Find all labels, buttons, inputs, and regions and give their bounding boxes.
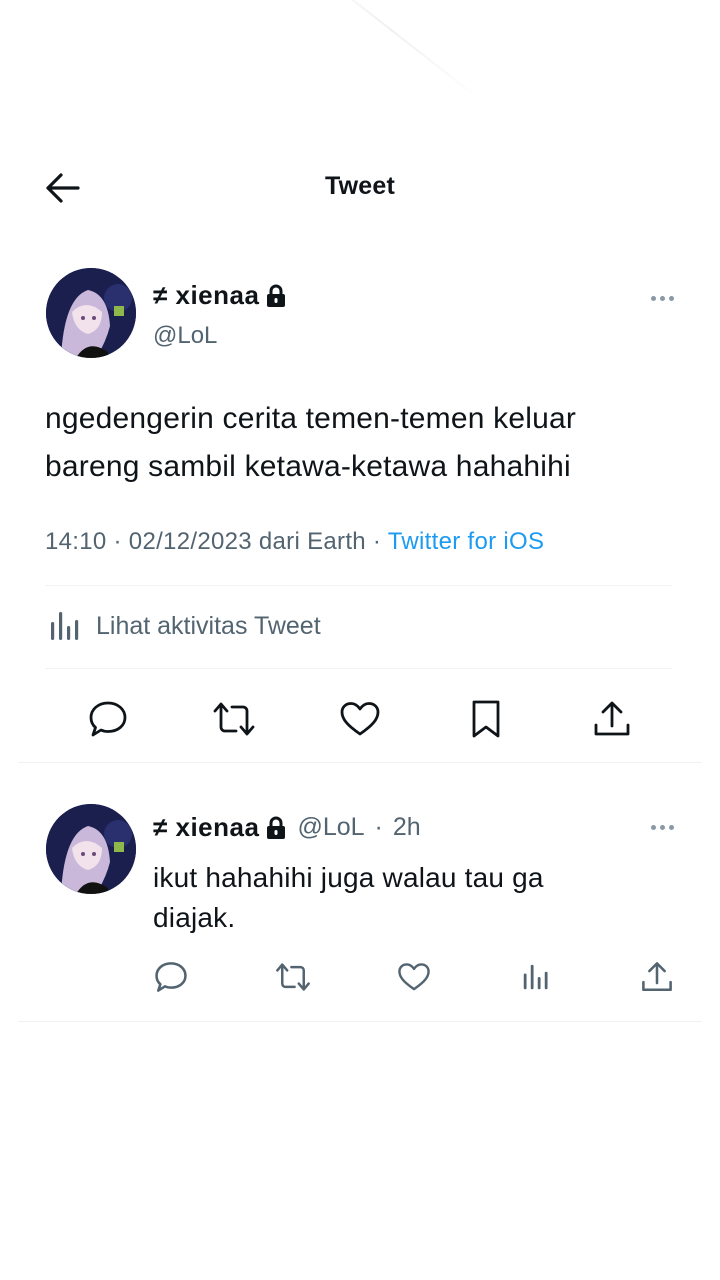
tweet-text: ngedengerin cerita temen-temen keluar ba… (45, 395, 685, 491)
reply-button[interactable] (65, 692, 151, 746)
reply-text-line: ikut hahahihi juga walau tau ga (153, 862, 544, 893)
view-tweet-activity-button[interactable]: Lihat aktivitas Tweet (48, 610, 321, 642)
heart-icon (398, 963, 430, 991)
divider (18, 1021, 702, 1022)
meta-separator: · (113, 528, 122, 555)
retweet-icon (275, 963, 310, 991)
author-handle[interactable]: @LoL (153, 322, 217, 350)
heart-icon (340, 702, 380, 736)
more-dot (659, 824, 665, 830)
reply-retweet-button[interactable] (260, 952, 326, 1002)
meta-separator: · (374, 813, 383, 841)
avatar[interactable] (46, 268, 136, 358)
reply-text-line: diajak. (153, 902, 236, 933)
reply-analytics-button[interactable] (503, 952, 569, 1002)
share-icon (642, 962, 672, 992)
lock-icon (267, 816, 286, 839)
reply-more-options-button[interactable] (640, 815, 684, 839)
more-dot (668, 295, 674, 301)
tweet-date: 02/12/2023 (128, 528, 252, 555)
retweet-icon (213, 702, 255, 736)
reply-action-bar (138, 952, 690, 1002)
display-name-text: ≠ xienaa (153, 280, 260, 310)
tweet-time: 14:10 (45, 528, 107, 555)
comment-icon (89, 701, 127, 737)
tweet-metadata: 14:10 · 02/12/2023 dari Earth · Twitter … (45, 528, 544, 556)
tweet-action-bar (65, 692, 655, 746)
reply-share-button[interactable] (624, 952, 690, 1002)
activity-label: Lihat aktivitas Tweet (96, 611, 321, 640)
share-button[interactable] (569, 692, 655, 746)
meta-separator: · (372, 528, 382, 555)
reply-like-button[interactable] (381, 952, 447, 1002)
more-options-button[interactable] (640, 286, 684, 310)
divider (18, 762, 702, 763)
comment-icon (155, 962, 187, 992)
divider (45, 668, 672, 669)
tweet-source-link[interactable]: Twitter for iOS (388, 528, 545, 555)
tweet-location: dari Earth (258, 528, 366, 555)
divider (45, 585, 672, 586)
like-button[interactable] (317, 692, 403, 746)
author-name[interactable]: ≠ xienaa (153, 280, 287, 311)
more-horizontal-icon (650, 295, 656, 301)
bookmark-icon (472, 700, 500, 738)
avatar-image (46, 804, 136, 894)
page-title: Tweet (325, 172, 395, 200)
tweet-text-line: bareng sambil ketawa-ketawa hahahihi (45, 450, 571, 483)
reply-avatar[interactable] (46, 804, 136, 894)
display-name-text: ≠ xienaa (153, 812, 260, 842)
share-icon (594, 701, 630, 736)
reply-header: ≠ xienaa @LoL · 2h (153, 812, 421, 843)
reply-time: 2h (392, 813, 421, 841)
avatar-image (46, 268, 136, 358)
reply-author-handle[interactable]: @LoL (297, 813, 364, 842)
lock-icon (267, 284, 286, 307)
reply-comment-button[interactable] (138, 952, 204, 1002)
more-dot (668, 824, 674, 830)
analytics-icon (523, 964, 548, 990)
background-streak (300, 0, 483, 102)
more-horizontal-icon (650, 824, 656, 830)
reply-text: ikut hahahihi juga walau tau ga diajak. (153, 858, 673, 938)
bookmark-button[interactable] (443, 692, 529, 746)
more-dot (659, 295, 665, 301)
tweet-text-line: ngedengerin cerita temen-temen keluar (45, 402, 577, 435)
analytics-icon (51, 612, 79, 640)
retweet-button[interactable] (191, 692, 277, 746)
reply-author-name[interactable]: ≠ xienaa (153, 812, 287, 843)
